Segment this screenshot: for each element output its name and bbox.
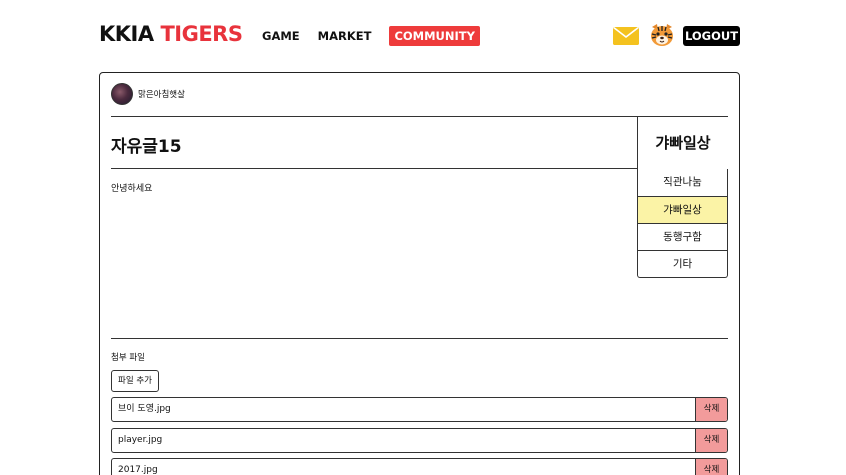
attachment-row: 2017.jpg 삭제 [111, 458, 728, 475]
attachment-filename: player.jpg [118, 435, 163, 445]
main-nav: GAME MARKET COMMUNITY [262, 26, 498, 46]
attachment-row: player.jpg 삭제 [111, 428, 728, 453]
post-author[interactable]: 맑은아침햇살 [138, 88, 185, 100]
nav-market[interactable]: MARKET [318, 26, 372, 46]
category-option[interactable]: 동행구함 [638, 223, 727, 250]
current-category[interactable]: 갸빠일상 [637, 117, 728, 169]
divider-title [111, 168, 637, 169]
category-dropdown: 직관나눔 갸빠일상 동행구함 기타 [637, 169, 728, 278]
divider-top [111, 116, 728, 117]
category-option[interactable]: 직관나눔 [638, 169, 727, 196]
add-file-button[interactable]: 파일 추가 [111, 370, 159, 392]
logo-text-tigers: TIGERS [160, 22, 243, 46]
divider-attachments [111, 338, 728, 339]
nav-game[interactable]: GAME [262, 26, 300, 46]
attachment-row: 브이 도영.jpg 삭제 [111, 397, 728, 422]
delete-attachment-button[interactable]: 삭제 [695, 459, 727, 475]
logout-button[interactable]: LOGOUT [683, 26, 740, 46]
tiger-icon[interactable] [649, 22, 675, 48]
logo-text-kkia: KKIA [99, 22, 154, 46]
avatar[interactable] [111, 83, 133, 105]
mail-icon[interactable] [613, 27, 639, 45]
site-logo[interactable]: KKIA TIGERS [99, 22, 243, 46]
nav-community[interactable]: COMMUNITY [389, 26, 480, 46]
delete-attachment-button[interactable]: 삭제 [695, 398, 727, 421]
post-title: 자유글15 [111, 137, 182, 157]
category-option-selected[interactable]: 갸빠일상 [638, 196, 727, 223]
attachment-filename: 2017.jpg [118, 465, 158, 475]
delete-attachment-button[interactable]: 삭제 [695, 429, 727, 452]
attachments-label: 첨부 파일 [111, 353, 145, 363]
post-card: 맑은아침햇살 자유글15 갸빠일상 직관나눔 갸빠일상 동행구함 기타 안녕하세… [99, 72, 740, 475]
attachment-filename: 브이 도영.jpg [118, 404, 171, 414]
category-option[interactable]: 기타 [638, 250, 727, 277]
post-body: 안녕하세요 [111, 184, 153, 194]
